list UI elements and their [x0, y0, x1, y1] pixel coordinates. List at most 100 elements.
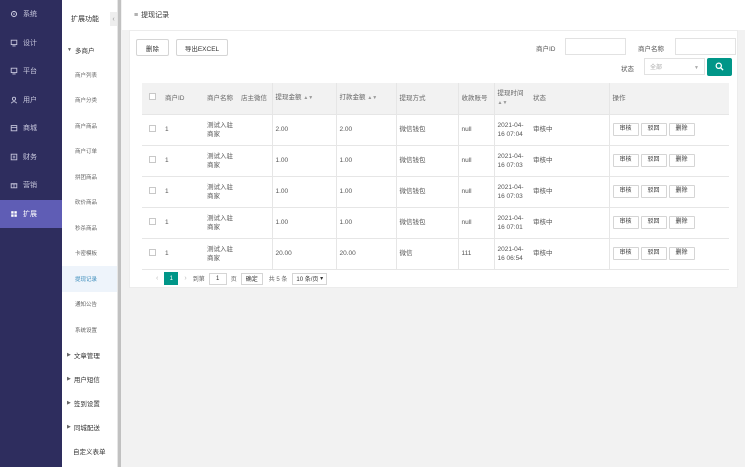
chevron-down-icon: ▾ [320, 276, 324, 282]
column-header: 状态 [530, 83, 610, 115]
sidebar-scrollbar[interactable] [118, 0, 121, 467]
column-header[interactable]: 提现时间 ▲▼ [494, 83, 530, 115]
cell-status: 审核中 [530, 114, 610, 146]
cell-withdraw-amount: 1.00 [272, 145, 337, 177]
nav-item-design[interactable]: 设计 [0, 29, 62, 58]
sidebar-item-card-template[interactable]: 卡密模板 [62, 241, 117, 267]
cell-method: 微信钱包 [396, 207, 459, 239]
row-checkbox[interactable] [148, 217, 156, 225]
row-delete-button[interactable]: 删除 [668, 185, 695, 198]
nav-item-extension[interactable]: 扩展 [0, 199, 62, 228]
cell-actions: 审核 驳回 删除 [609, 176, 729, 208]
sidebar-item-merchant-category[interactable]: 商户分类 [62, 88, 117, 114]
row-delete-button[interactable]: 删除 [668, 123, 695, 136]
row-checkbox[interactable] [148, 155, 156, 163]
main-content: ≡ 提现记录 删除 导出EXCEL 商户ID 商户名称 状态 全部 ▼ 商户ID… [122, 0, 745, 467]
merchant-id-input[interactable] [565, 38, 626, 55]
list-icon: ≡ [134, 11, 139, 19]
row-delete-button[interactable]: 删除 [668, 216, 695, 229]
reject-button[interactable]: 驳回 [640, 216, 667, 229]
page-size-select[interactable]: 10 条/页 ▾ [292, 272, 328, 285]
sidebar-group-sms[interactable]: ▶ 用户短信 [62, 367, 117, 391]
cell-owner-wechat [238, 207, 273, 239]
page-title: 提现记录 [141, 12, 170, 19]
nav-item-marketing[interactable]: 营销 [0, 171, 62, 200]
withdraw-table: 商户ID 商户名称 店主微信 提现金额 ▲▼ 打款金额 ▲▼ 提现方式 收款账号… [142, 83, 729, 270]
column-header[interactable]: 提现金额 ▲▼ [272, 83, 337, 115]
table-header-row: 商户ID 商户名称 店主微信 提现金额 ▲▼ 打款金额 ▲▼ 提现方式 收款账号… [142, 83, 729, 115]
sidebar-item-custom-form[interactable]: 自定义表单 [62, 439, 117, 463]
merchant-name-input[interactable] [675, 38, 736, 55]
cell-owner-wechat [238, 114, 273, 146]
approve-button[interactable]: 审核 [612, 216, 639, 229]
approve-button[interactable]: 审核 [612, 247, 639, 260]
sidebar-group-multi-merchant[interactable]: ▼ 多商户 [62, 38, 117, 62]
status-select[interactable]: 全部 ▼ [644, 58, 705, 75]
sidebar-item-seckill[interactable]: 秒杀商品 [62, 215, 117, 241]
sidebar-item-bargain[interactable]: 砍价商品 [62, 190, 117, 216]
row-delete-button[interactable]: 删除 [668, 247, 695, 260]
nav-item-platform[interactable]: 平台 [0, 57, 62, 86]
reject-button[interactable]: 驳回 [640, 247, 667, 260]
approve-button[interactable]: 审核 [612, 185, 639, 198]
reject-button[interactable]: 驳回 [640, 154, 667, 167]
nav-item-label: 系统 [23, 11, 37, 19]
sidebar-item-group-buy[interactable]: 拼团商品 [62, 164, 117, 190]
column-header[interactable]: 打款金额 ▲▼ [336, 83, 397, 115]
cell-merchant-id: 1 [162, 238, 204, 270]
sidebar-item-system-settings[interactable]: 系统设置 [62, 317, 117, 343]
next-page-icon[interactable]: › [184, 275, 186, 282]
cell-paid-amount: 1.00 [336, 176, 397, 208]
sidebar-item-merchant-list[interactable]: 商户列表 [62, 62, 117, 88]
search-button[interactable] [707, 58, 732, 76]
cell-actions: 审核 驳回 删除 [609, 238, 729, 270]
cell-withdraw-amount: 1.00 [272, 176, 337, 208]
nav-item-mall[interactable]: 商城 [0, 114, 62, 143]
goto-page-input[interactable]: 1 [208, 272, 227, 285]
row-checkbox[interactable] [148, 248, 156, 256]
nav-item-user[interactable]: 用户 [0, 86, 62, 115]
cell-paid-amount: 2.00 [336, 114, 397, 146]
sidebar-item-notice[interactable]: 通知公告 [62, 292, 117, 318]
nav-item-system[interactable]: 系统 [0, 0, 62, 29]
reject-button[interactable]: 驳回 [640, 123, 667, 136]
cell-time: 2021-04-16 06:54 [494, 238, 530, 270]
select-all-checkbox[interactable] [148, 93, 156, 101]
user-icon [9, 95, 18, 104]
sidebar-group-checkin[interactable]: ▶ 签到设置 [62, 391, 117, 415]
cell-merchant-name: 测试入驻商家 [204, 114, 238, 146]
approve-button[interactable]: 审核 [612, 123, 639, 136]
sidebar-item-withdraw-records[interactable]: 提现记录 [62, 266, 117, 292]
sidebar-item-merchant-orders[interactable]: 商户订单 [62, 139, 117, 165]
delete-button[interactable]: 删除 [136, 39, 169, 56]
merchant-name-label: 商户名称 [638, 46, 664, 53]
export-excel-button[interactable]: 导出EXCEL [176, 39, 228, 56]
nav-item-label: 扩展 [23, 210, 37, 218]
goto-confirm-button[interactable]: 确定 [240, 272, 263, 285]
caret-right-icon: ▶ [67, 351, 71, 358]
row-delete-button[interactable]: 删除 [668, 154, 695, 167]
cell-time: 2021-04-16 07:04 [494, 114, 530, 146]
caret-right-icon: ▶ [67, 423, 71, 430]
cell-merchant-id: 1 [162, 114, 204, 146]
cell-method: 微信钱包 [396, 145, 459, 177]
nav-item-label: 商城 [23, 125, 37, 133]
cell-status: 审核中 [530, 207, 610, 239]
cell-merchant-name: 测试入驻商家 [204, 238, 238, 270]
sidebar-group-articles[interactable]: ▶ 文章管理 [62, 343, 117, 367]
cell-actions: 审核 驳回 删除 [609, 207, 729, 239]
sort-icon: ▲▼ [367, 95, 378, 102]
row-checkbox[interactable] [148, 124, 156, 132]
row-checkbox[interactable] [148, 186, 156, 194]
nav-item-label: 营销 [23, 182, 37, 190]
sidebar-group-delivery[interactable]: ▶ 同城配送 [62, 415, 117, 439]
current-page[interactable]: 1 [164, 272, 179, 285]
nav-item-finance[interactable]: 财务 [0, 143, 62, 172]
approve-button[interactable]: 审核 [612, 154, 639, 167]
collapse-icon[interactable]: ‹ [110, 12, 117, 26]
sidebar-item-merchant-goods[interactable]: 商户商品 [62, 113, 117, 139]
reject-button[interactable]: 驳回 [640, 185, 667, 198]
prev-page-icon[interactable]: ‹ [156, 275, 158, 282]
cell-method: 微信 [396, 238, 459, 270]
page-size-value: 10 条/页 [296, 277, 319, 283]
